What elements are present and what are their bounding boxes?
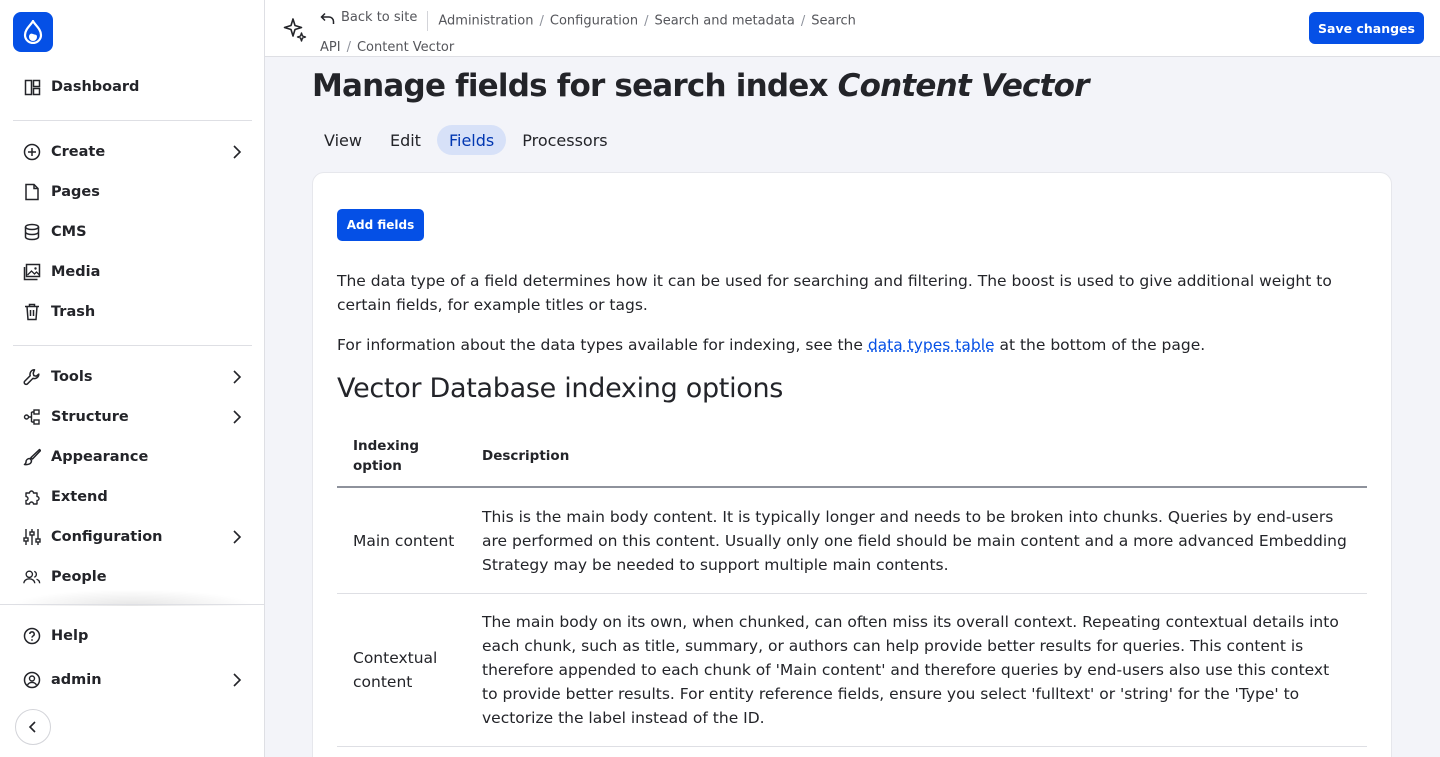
breadcrumb-separator: / <box>644 13 649 29</box>
description-cell: The main body on its own, when chunked, … <box>482 613 1339 727</box>
description-text: The data type of a field determines how … <box>337 272 1332 314</box>
sidebar-item-configuration[interactable]: Configuration <box>13 519 252 555</box>
chevron-left-icon <box>28 721 36 733</box>
column-header-description: Description <box>482 447 570 464</box>
column-header-indexing-option: Indexing option <box>353 437 420 474</box>
sidebar-item-user[interactable]: admin <box>13 662 252 698</box>
sidebar-item-dashboard[interactable]: Dashboard <box>13 69 252 105</box>
save-changes-button[interactable]: Save changes <box>1309 12 1424 44</box>
breadcrumb-administration[interactable]: Administration <box>438 14 533 29</box>
sidebar-item-label: Tools <box>51 369 93 385</box>
database-icon <box>23 223 41 241</box>
info-text-before: For information about the data types ava… <box>337 336 868 354</box>
data-types-table-link[interactable]: data types table <box>868 336 995 354</box>
page-title-prefix: Manage fields for search index <box>312 68 828 104</box>
sidebar: Dashboard Create Pages CMS Media Trash T… <box>0 0 265 757</box>
sidebar-item-pages[interactable]: Pages <box>13 174 252 210</box>
user-circle-icon <box>23 671 41 689</box>
sidebar-item-appearance[interactable]: Appearance <box>13 439 252 475</box>
option-cell: Contextual content <box>353 649 438 691</box>
back-arrow-icon <box>320 12 335 25</box>
sidebar-item-help[interactable]: Help <box>13 618 252 654</box>
sidebar-item-label: People <box>51 569 107 585</box>
back-to-site-link[interactable]: Back to site <box>320 5 417 31</box>
tab-processors[interactable]: Processors <box>510 125 619 155</box>
chevron-right-icon <box>232 144 242 164</box>
sidebar-item-label: CMS <box>51 224 87 240</box>
table-header-row: Indexing option Description <box>337 425 1367 487</box>
sparkle-icon[interactable] <box>282 16 308 42</box>
sidebar-item-tools[interactable]: Tools <box>13 359 252 395</box>
breadcrumb: Back to site Administration / Configuratio… <box>320 5 880 61</box>
breadcrumb-search[interactable]: Search <box>811 14 856 29</box>
chevron-right-icon <box>232 409 242 429</box>
sidebar-item-create[interactable]: Create <box>13 134 252 170</box>
sidebar-divider <box>13 120 252 121</box>
page-title-index-name: Content Vector <box>837 68 1090 104</box>
sidebar-item-cms[interactable]: CMS <box>13 214 252 250</box>
chevron-right-icon <box>232 672 242 692</box>
breadcrumb-separator: / <box>539 13 544 29</box>
help-icon <box>23 627 41 645</box>
tabs: View Edit Fields Processors <box>312 125 624 155</box>
breadcrumb-api[interactable]: API <box>320 40 341 55</box>
sidebar-item-label: Help <box>51 628 89 644</box>
sidebar-item-label: Dashboard <box>51 79 140 95</box>
indexing-options-table: Indexing option Description Main content… <box>337 425 1367 747</box>
back-label: Back to site <box>341 10 418 25</box>
breadcrumb-search-and-metadata[interactable]: Search and metadata <box>654 14 794 29</box>
divider <box>427 11 429 31</box>
sliders-icon <box>23 528 41 546</box>
sidebar-item-label: Trash <box>51 304 96 320</box>
wrench-icon <box>23 368 41 386</box>
file-icon <box>23 183 41 201</box>
table-row: Contextual content The main body on its … <box>337 594 1367 747</box>
sidebar-item-label: Extend <box>51 489 108 505</box>
plus-circle-icon <box>23 143 41 161</box>
breadcrumb-separator: / <box>800 13 806 29</box>
sidebar-item-label: Pages <box>51 184 100 200</box>
sidebar-divider <box>13 345 252 346</box>
image-icon <box>23 263 41 281</box>
table-row: Main content This is the main body conte… <box>337 487 1367 594</box>
dashboard-icon <box>23 78 41 96</box>
add-fields-button[interactable]: Add fields <box>337 209 424 241</box>
sidebar-item-label: Configuration <box>51 529 163 545</box>
tab-view[interactable]: View <box>312 125 374 155</box>
sidebar-item-structure[interactable]: Structure <box>13 399 252 435</box>
sidebar-item-label: Media <box>51 264 101 280</box>
content-card: Add fields The data type of a field dete… <box>312 172 1392 757</box>
data-types-info-text: For information about the data types ava… <box>337 333 1367 357</box>
chevron-right-icon <box>232 369 242 389</box>
description-cell: This is the main body content. It is typ… <box>482 508 1347 574</box>
option-cell: Main content <box>353 532 455 550</box>
breadcrumb-current: Content Vector <box>356 39 455 55</box>
top-bar: Back to site Administration / Configuratio… <box>265 0 1440 57</box>
sidebar-item-extend[interactable]: Extend <box>13 479 252 515</box>
breadcrumb-separator: / <box>346 39 351 55</box>
sidebar-item-label: admin <box>51 672 102 688</box>
tab-fields[interactable]: Fields <box>436 125 507 155</box>
brush-icon <box>23 448 41 466</box>
breadcrumb-configuration[interactable]: Configuration <box>550 14 638 29</box>
structure-icon <box>23 408 41 426</box>
sidebar-item-label: Appearance <box>51 449 149 465</box>
drupal-logo[interactable] <box>13 12 53 52</box>
trash-icon <box>23 303 41 321</box>
info-text-after: at the bottom of the page. <box>994 336 1206 354</box>
tab-edit[interactable]: Edit <box>378 125 433 155</box>
collapse-sidebar-button[interactable] <box>15 709 51 745</box>
sidebar-item-trash[interactable]: Trash <box>13 294 252 330</box>
section-title: Vector Database indexing options <box>337 373 784 404</box>
sidebar-item-label: Structure <box>51 409 129 425</box>
chevron-right-icon <box>232 529 242 549</box>
puzzle-icon <box>23 488 41 506</box>
page-title: Manage fields for search index Content V… <box>312 68 1089 104</box>
users-icon <box>23 568 41 586</box>
sidebar-divider <box>0 604 264 605</box>
sidebar-item-label: Create <box>51 144 106 160</box>
drupal-drop-icon <box>23 20 43 44</box>
sidebar-item-media[interactable]: Media <box>13 254 252 290</box>
